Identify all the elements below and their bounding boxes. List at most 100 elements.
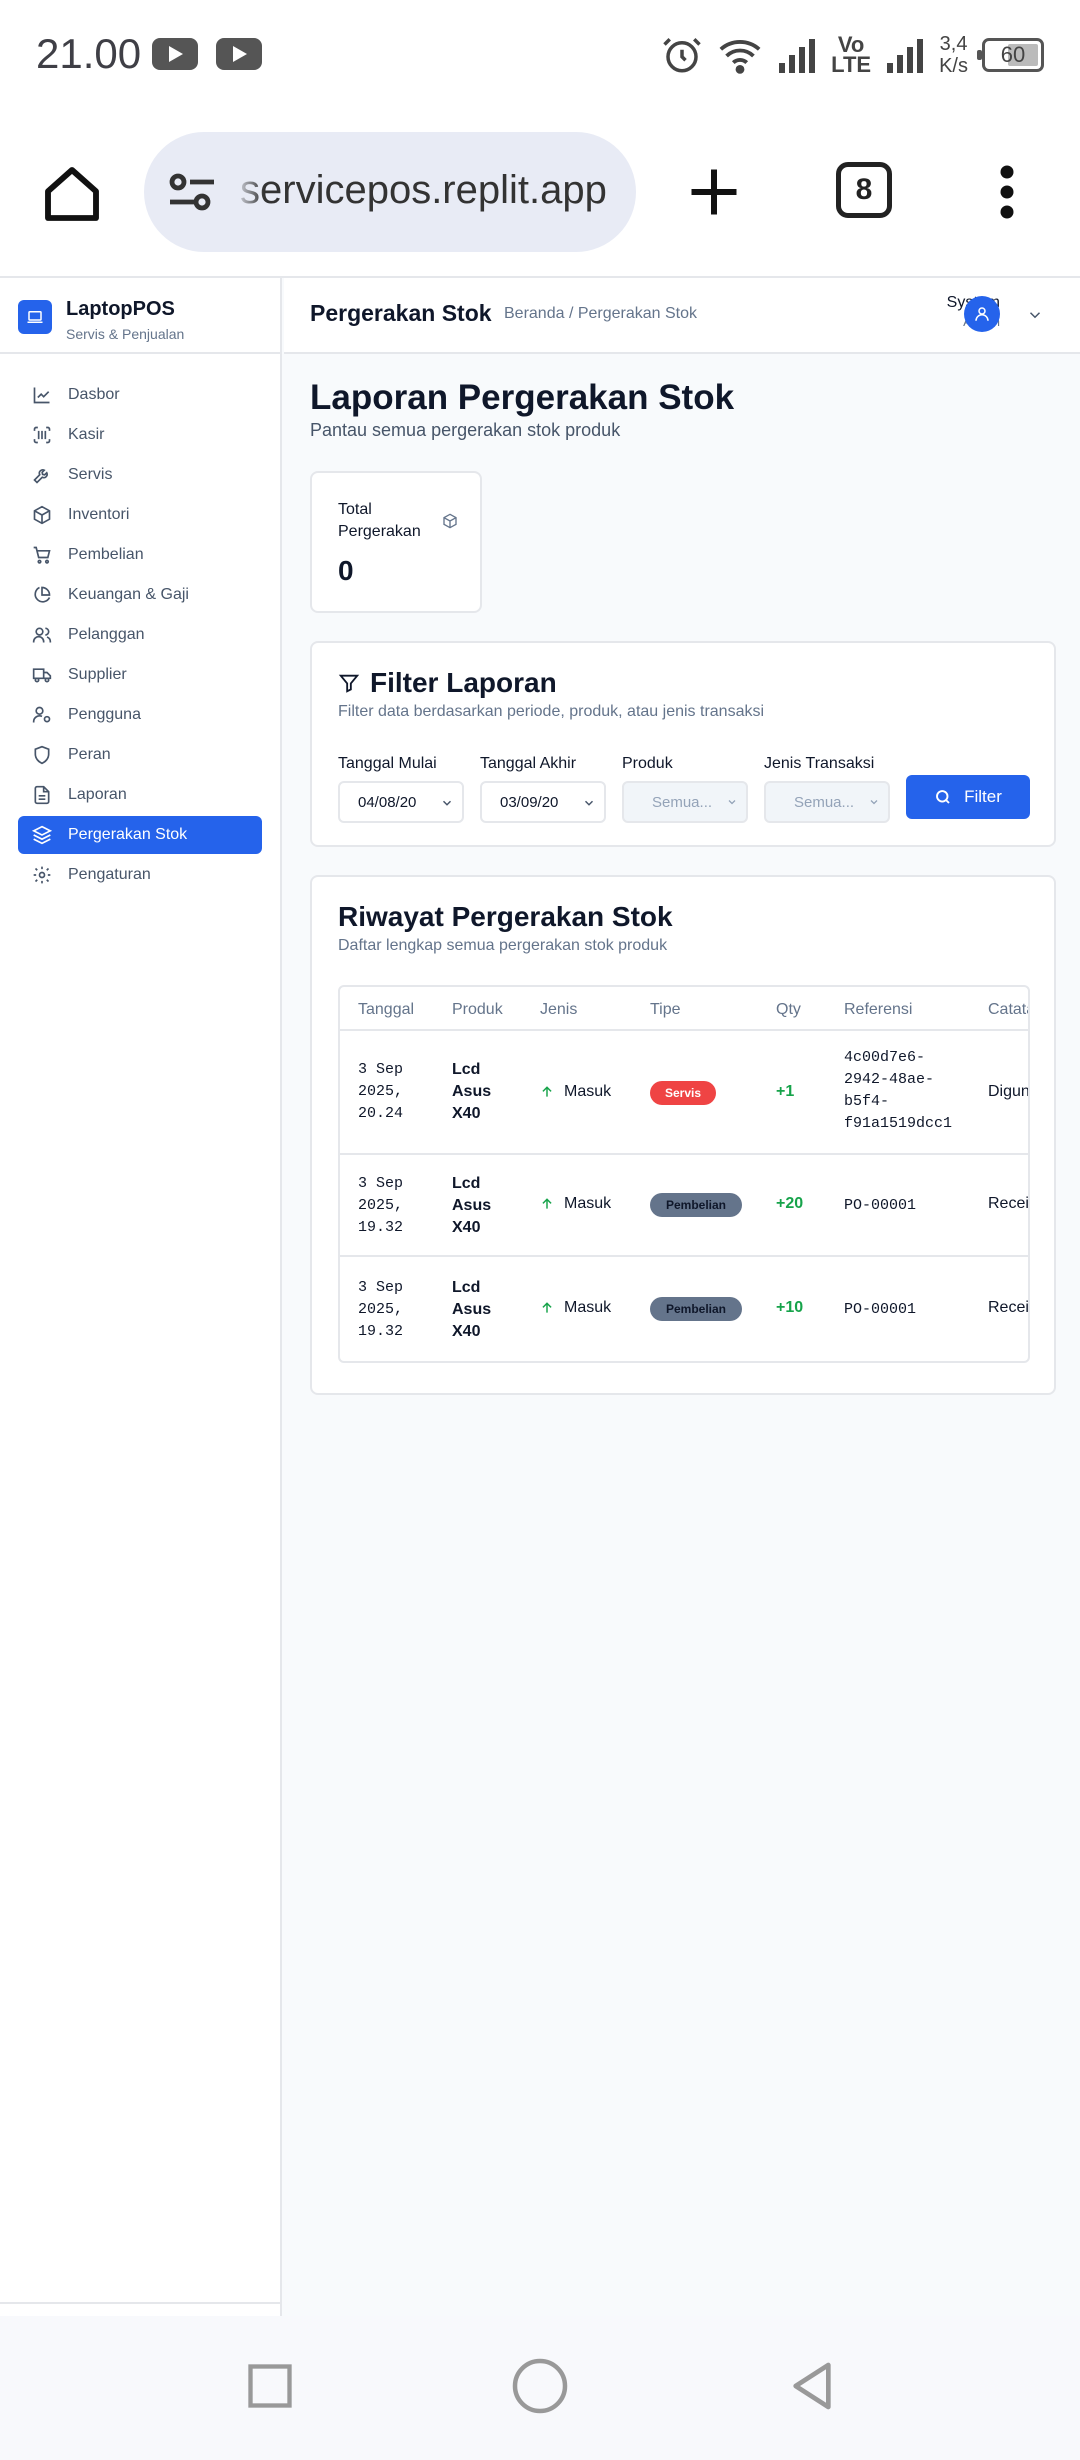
alarm-icon (663, 38, 701, 73)
sidebar-item-pengaturan[interactable]: Pengaturan (18, 856, 262, 894)
cell-reference: PO-00001 (844, 1301, 917, 1318)
table-row[interactable]: 3 Sep 2025, 19.32 Lcd Asus X40 Masuk Pembeli… (340, 1155, 1029, 1257)
chevron-down-icon[interactable] (1026, 306, 1044, 324)
main-content: Laporan Pergerakan Stok Pantau semua per… (310, 378, 1056, 1395)
breadcrumb: Beranda / Pergerakan Stok (504, 305, 698, 322)
laptop-icon (18, 300, 52, 334)
history-card: Riwayat Pergerakan Stok Daftar lengkap s… (310, 875, 1056, 1395)
sidebar-item-supplier[interactable]: Supplier (18, 656, 262, 694)
network-speed: 3,4 K/s (939, 33, 968, 77)
column-header: Tipe (650, 1001, 681, 1018)
sidebar-item-label: Kasir (68, 426, 105, 443)
layers-icon (32, 825, 52, 845)
cell-date: 3 Sep 2025, 19.32 (358, 1279, 404, 1340)
cell-note: Received (988, 1195, 1029, 1212)
history-subtitle: Daftar lengkap semua pergerakan stok pro… (338, 937, 668, 954)
home-icon[interactable] (40, 162, 104, 226)
top-header: Pergerakan Stok Beranda / Pergerakan Sto… (284, 278, 1080, 354)
stat-value: 0 (338, 555, 354, 586)
package-icon (33, 505, 51, 525)
sidebar-nav: Dasbor Kasir Servis Inventori Pembelian … (0, 354, 280, 894)
column-header: Tanggal (358, 1001, 415, 1018)
brand-subtitle: Servis & Penjualan (66, 326, 185, 342)
sidebar-item-kasir[interactable]: Kasir (18, 416, 262, 454)
app: LaptopPOS Servis & Penjualan Dasbor Kasi… (0, 278, 1080, 2316)
sidebar-item-label: Peran (68, 746, 111, 763)
chevron-down-icon (728, 800, 736, 805)
table-row[interactable]: 3 Sep 2025, 20.24 Lcd Asus X40 Masuk Servis … (340, 1031, 1030, 1155)
table-header: Tanggal Produk Jenis Tipe Qty Referensi … (340, 987, 1028, 1031)
table-row[interactable]: 3 Sep 2025, 19.32 Lcd Asus X40 Masuk Pembeli… (340, 1257, 1029, 1361)
chevron-down-icon (870, 800, 878, 805)
cell-jenis: Masuk (540, 1195, 611, 1213)
status-badge: Servis (650, 1081, 716, 1105)
stat-label: Total Pergerakan (338, 501, 421, 540)
status-badge: Pembelian (650, 1297, 742, 1321)
tab-switcher-button[interactable]: 8 (836, 162, 892, 218)
cell-date: 3 Sep 2025, 20.24 (358, 1061, 404, 1122)
user-cog-icon (32, 706, 51, 723)
sidebar-item-label: Pengaturan (68, 866, 151, 883)
cell-date: 3 Sep 2025, 19.32 (358, 1175, 404, 1236)
sidebar-item-servis[interactable]: Servis (18, 456, 262, 494)
product-group: Produk Semua... (622, 755, 748, 823)
address-bar[interactable]: servicepos.replit.app (144, 132, 636, 252)
more-menu-icon[interactable] (992, 162, 1022, 222)
sidebar-item-pembelian[interactable]: Pembelian (18, 536, 262, 574)
avatar[interactable] (964, 296, 1000, 332)
home-circle-icon[interactable] (510, 2356, 570, 2416)
sidebar-item-pergerakan-stok[interactable]: Pergerakan Stok (18, 816, 262, 854)
user-icon (975, 307, 989, 321)
filter-icon (338, 674, 360, 693)
youtube-notification-icon (216, 38, 262, 70)
history-title: Riwayat Pergerakan Stok (338, 901, 673, 932)
arrow-up-icon (542, 1198, 552, 1209)
end-date-input[interactable]: 03/09/20 (480, 781, 606, 823)
header-title: Pergerakan Stok (310, 300, 492, 326)
column-header: Qty (776, 1001, 801, 1018)
end-date-group: Tanggal Akhir 03/09/20 (480, 755, 606, 823)
signal-icon (779, 39, 816, 73)
start-date-input[interactable]: 04/08/20 (338, 781, 464, 823)
wrench-icon (33, 469, 48, 484)
pie-chart-icon (34, 586, 51, 603)
url-text: servicepos.replit.app (240, 168, 607, 212)
brand-name: LaptopPOS (66, 298, 175, 320)
filter-title: Filter Laporan (338, 667, 557, 699)
cell-product: Lcd Asus X40 (452, 1061, 492, 1122)
page-subtitle: Pantau semua pergerakan stok produk (310, 420, 621, 440)
start-date-group: Tanggal Mulai 04/08/20 (338, 755, 464, 823)
cell-note: Digunakan (988, 1083, 1030, 1100)
column-header: Catatan (988, 1001, 1028, 1018)
product-label: Produk (622, 755, 673, 772)
sidebar-item-laporan[interactable]: Laporan (18, 776, 262, 814)
sidebar-item-keuangan-gaji[interactable]: Keuangan & Gaji (18, 576, 262, 614)
brand[interactable]: LaptopPOS Servis & Penjualan (0, 278, 280, 354)
site-settings-icon[interactable] (166, 170, 218, 214)
users-icon (32, 627, 52, 643)
scan-barcode-icon (33, 426, 51, 444)
browser-toolbar: servicepos.replit.app 8 (0, 110, 1080, 278)
back-icon[interactable] (784, 2358, 840, 2414)
transaction-type-group: Jenis Transaksi Semua... (764, 755, 890, 823)
transaction-type-label: Jenis Transaksi (764, 755, 875, 772)
sidebar-footer-divider (0, 2302, 280, 2304)
history-table-scroll[interactable]: Tanggal Produk Jenis Tipe Qty Referensi … (338, 985, 1030, 1363)
sidebar-item-pelanggan[interactable]: Pelanggan (18, 616, 262, 654)
sidebar-item-inventori[interactable]: Inventori (18, 496, 262, 534)
sidebar-item-peran[interactable]: Peran (18, 736, 262, 774)
transaction-type-select[interactable]: Semua... (764, 781, 890, 823)
cell-note: Received (988, 1299, 1029, 1316)
chart-line-icon (33, 387, 50, 404)
wifi-icon (719, 40, 761, 74)
recent-apps-icon[interactable] (244, 2360, 296, 2412)
product-select[interactable]: Semua... (622, 781, 748, 823)
filter-button[interactable]: Filter (906, 775, 1030, 819)
signal-icon (887, 39, 924, 73)
status-bar: 21.00 Vo LTE 3,4 K/s 60 (0, 0, 1080, 110)
new-tab-icon[interactable] (684, 162, 744, 222)
sidebar-item-dasbor[interactable]: Dasbor (18, 376, 262, 414)
sidebar-item-pengguna[interactable]: Pengguna (18, 696, 262, 734)
sidebar-item-label: Dasbor (68, 386, 120, 403)
cell-qty: +1 (776, 1083, 795, 1100)
